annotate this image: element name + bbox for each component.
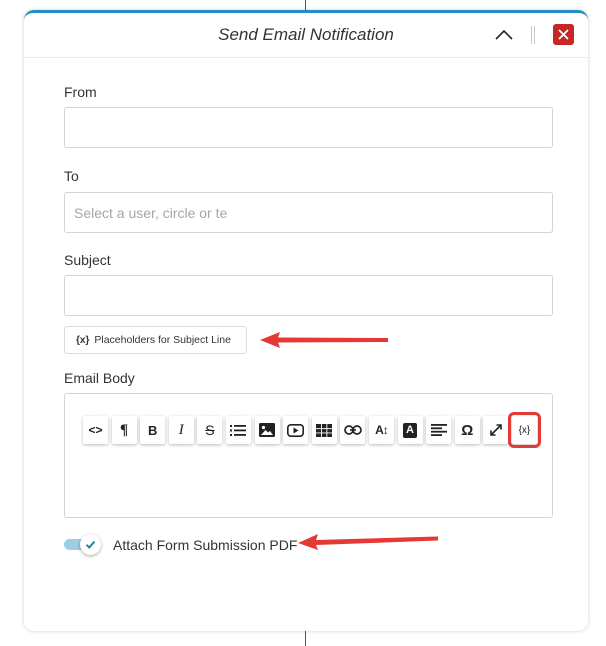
fullscreen-button[interactable] [483,416,509,444]
table-icon [316,423,333,437]
special-characters-button[interactable]: Ω [454,416,480,444]
image-icon [259,423,276,437]
close-button[interactable] [553,24,574,45]
flow-connector-bottom [305,631,306,646]
paragraph-icon: ¶ [120,421,129,438]
placeholders-subject-button[interactable]: {x} Placeholders for Subject Line [64,326,247,354]
omega-icon: Ω [461,421,474,439]
drag-handle[interactable] [530,26,536,44]
email-body-editor[interactable]: <> ¶ B I S A↕ A Ω {x} [64,393,553,518]
annotation-arrow-placeholders [260,332,388,348]
link-button[interactable] [340,416,366,444]
italic-button[interactable]: I [168,416,194,444]
italic-icon: I [178,421,184,438]
video-button[interactable] [283,416,309,444]
to-label: To [64,168,79,184]
placeholders-subject-label: Placeholders for Subject Line [94,334,231,346]
expand-icon [490,424,502,436]
insert-placeholder-button[interactable]: {x} [507,412,541,448]
to-input[interactable] [64,192,553,233]
flow-connector-top [305,0,306,10]
attach-pdf-toggle[interactable] [64,533,102,555]
list-button[interactable] [225,416,251,444]
image-button[interactable] [254,416,280,444]
toggle-knob [80,534,101,555]
bold-button[interactable]: B [140,416,166,444]
placeholder-icon: {x} [76,335,90,346]
video-icon [287,423,305,437]
paragraph-button[interactable]: ¶ [111,416,137,444]
align-button[interactable] [426,416,452,444]
close-icon [558,29,569,40]
strikethrough-icon: S [205,422,215,438]
code-icon: <> [88,423,103,437]
font-color-icon: A [403,422,417,438]
strikethrough-button[interactable]: S [197,416,223,444]
subject-label: Subject [64,252,111,268]
font-size-button[interactable]: A↕ [368,416,394,444]
bold-icon: B [147,422,158,438]
link-icon [343,425,362,435]
chevron-up-icon [495,29,513,40]
align-left-icon [430,424,447,436]
collapse-button[interactable] [492,23,516,47]
email-body-label: Email Body [64,370,135,386]
subject-input[interactable] [64,275,553,316]
placeholder-icon: {x} [518,424,531,436]
dialog-header: Send Email Notification [24,13,588,58]
font-color-button[interactable]: A [397,416,423,444]
attach-pdf-label: Attach Form Submission PDF [113,537,298,553]
list-icon [230,424,247,436]
annotation-arrow-attach-pdf [298,534,438,550]
from-label: From [64,84,97,100]
editor-toolbar: <> ¶ B I S A↕ A Ω {x} [83,412,541,448]
table-button[interactable] [311,416,337,444]
source-code-button[interactable]: <> [83,416,108,444]
from-input[interactable] [64,107,553,148]
font-size-icon: A↕ [375,423,389,437]
check-icon [85,540,96,549]
